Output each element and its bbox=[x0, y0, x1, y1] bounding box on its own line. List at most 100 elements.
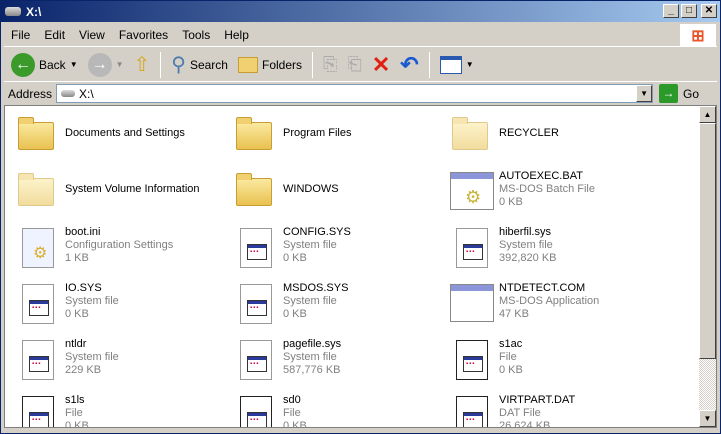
search-icon: ⚲ bbox=[171, 54, 186, 76]
file-item[interactable]: sd0 File 0 KB bbox=[234, 394, 449, 427]
file-details: sd0 File 0 KB bbox=[282, 394, 307, 427]
file-item[interactable]: Documents and Settings bbox=[16, 114, 231, 164]
file-item[interactable]: RECYCLER bbox=[450, 114, 665, 164]
file-details: CONFIG.SYS System file 0 KB bbox=[282, 226, 351, 265]
file-item[interactable]: s1ac File 0 KB bbox=[450, 338, 665, 388]
file-item[interactable]: s1ls File 0 KB bbox=[16, 394, 231, 427]
chevron-down-icon[interactable]: ▼ bbox=[70, 60, 78, 69]
file-item[interactable]: ntldr System file 229 KB bbox=[16, 338, 231, 388]
file-name: AUTOEXEC.BAT bbox=[499, 170, 583, 182]
separator bbox=[428, 51, 430, 78]
maximize-button[interactable]: □ bbox=[681, 4, 697, 18]
scroll-down-button[interactable]: ▼ bbox=[699, 410, 716, 427]
scroll-thumb[interactable] bbox=[699, 123, 716, 359]
file-type: Configuration Settings bbox=[65, 239, 174, 251]
file-item[interactable]: hiberfil.sys System file 392,820 KB bbox=[450, 226, 665, 276]
vertical-scrollbar[interactable]: ▲ ▼ bbox=[699, 106, 716, 427]
up-folder-button[interactable]: ⇧ bbox=[131, 52, 154, 77]
file-item[interactable]: ⚙ boot.ini Configuration Settings 1 KB bbox=[16, 226, 231, 276]
file-details: System Volume Information bbox=[64, 170, 200, 196]
file-type: System file bbox=[65, 295, 119, 307]
forward-button[interactable]: → ▼ bbox=[85, 52, 127, 77]
menu-bar: File Edit View Favorites Tools Help bbox=[4, 24, 717, 47]
system-file-icon bbox=[234, 226, 282, 270]
file-size: 47 KB bbox=[499, 308, 529, 320]
toolbar: ← Back ▼ → ▼ ⇧ ⚲ Search Folders ⎘ ⎗ ✕ ↶ … bbox=[4, 48, 717, 82]
file-name: pagefile.sys bbox=[283, 338, 342, 350]
close-button[interactable]: ✕ bbox=[701, 4, 717, 18]
search-label: Search bbox=[189, 57, 228, 72]
file-type: System file bbox=[283, 351, 337, 363]
move-to-button[interactable]: ⎘ bbox=[320, 54, 340, 75]
minimize-button[interactable]: _ bbox=[663, 4, 679, 18]
file-name: ntldr bbox=[65, 338, 87, 350]
go-button[interactable]: → Go bbox=[659, 84, 699, 103]
search-button[interactable]: ⚲ Search bbox=[168, 52, 231, 77]
system-file-icon bbox=[234, 338, 282, 382]
file-item[interactable]: System Volume Information bbox=[16, 170, 231, 220]
file-size: 587,776 KB bbox=[283, 364, 341, 376]
copy-to-icon: ⎗ bbox=[347, 54, 362, 74]
file-name: Documents and Settings bbox=[65, 127, 185, 139]
menu-view[interactable]: View bbox=[72, 28, 112, 42]
file-item[interactable]: NTDETECT.COM MS-DOS Application 47 KB bbox=[450, 282, 665, 332]
delete-button[interactable]: ✕ bbox=[369, 52, 393, 78]
file-item[interactable]: pagefile.sys System file 587,776 KB bbox=[234, 338, 449, 388]
file-name: MSDOS.SYS bbox=[283, 282, 349, 294]
file-item[interactable]: IO.SYS System file 0 KB bbox=[16, 282, 231, 332]
file-name: VIRTPART.DAT bbox=[499, 394, 576, 406]
file-name: System Volume Information bbox=[65, 183, 200, 195]
file-name: Program Files bbox=[283, 127, 352, 139]
folders-icon bbox=[237, 56, 258, 73]
file-details: hiberfil.sys System file 392,820 KB bbox=[498, 226, 557, 265]
undo-button[interactable]: ↶ bbox=[397, 52, 421, 78]
file-item[interactable]: Program Files bbox=[234, 114, 449, 164]
views-button[interactable]: ▼ bbox=[437, 55, 477, 74]
file-item[interactable]: ⚙ AUTOEXEC.BAT MS-DOS Batch File 0 KB bbox=[450, 170, 665, 220]
file-type: System file bbox=[283, 295, 337, 307]
file-size: 0 KB bbox=[283, 252, 307, 264]
file-name: IO.SYS bbox=[65, 282, 102, 294]
file-details: Documents and Settings bbox=[64, 114, 185, 140]
scroll-up-button[interactable]: ▲ bbox=[699, 106, 716, 123]
file-size: 229 KB bbox=[65, 364, 102, 376]
file-name: s1ac bbox=[499, 338, 523, 350]
title-bar: X:\ _ □ ✕ bbox=[1, 1, 720, 22]
config-file-icon: ⚙ bbox=[16, 226, 64, 270]
folders-button[interactable]: Folders bbox=[235, 56, 305, 73]
file-type: File bbox=[499, 351, 517, 363]
file-item[interactable]: MSDOS.SYS System file 0 KB bbox=[234, 282, 449, 332]
menu-tools[interactable]: Tools bbox=[175, 28, 217, 42]
delete-x-icon: ✕ bbox=[371, 51, 391, 77]
file-name: WINDOWS bbox=[283, 183, 339, 195]
file-name: s1ls bbox=[65, 394, 85, 406]
chevron-down-icon[interactable]: ▼ bbox=[116, 60, 124, 69]
menu-help[interactable]: Help bbox=[217, 28, 256, 42]
move-to-icon: ⎘ bbox=[323, 54, 338, 74]
copy-to-button[interactable]: ⎗ bbox=[344, 54, 364, 75]
file-item[interactable]: CONFIG.SYS System file 0 KB bbox=[234, 226, 449, 276]
address-input[interactable]: X:\ ▼ bbox=[56, 84, 654, 103]
folder-icon bbox=[16, 114, 64, 158]
system-file-icon bbox=[16, 394, 64, 427]
file-item[interactable]: VIRTPART.DAT DAT File 26,624 KB bbox=[450, 394, 665, 427]
back-label: Back bbox=[39, 57, 66, 72]
system-file-icon bbox=[16, 282, 64, 326]
back-button[interactable]: ← Back ▼ bbox=[8, 52, 81, 77]
menu-file[interactable]: File bbox=[4, 28, 37, 42]
menu-favorites[interactable]: Favorites bbox=[112, 28, 175, 42]
file-type: System file bbox=[499, 239, 553, 251]
file-type: File bbox=[283, 407, 301, 419]
file-details: boot.ini Configuration Settings 1 KB bbox=[64, 226, 173, 265]
folder-icon bbox=[234, 170, 282, 214]
file-type: MS-DOS Application bbox=[499, 295, 600, 307]
address-dropdown-button[interactable]: ▼ bbox=[636, 85, 653, 102]
file-details: NTDETECT.COM MS-DOS Application 47 KB bbox=[498, 282, 599, 321]
menu-edit[interactable]: Edit bbox=[37, 28, 72, 42]
file-details: WINDOWS bbox=[282, 170, 339, 196]
system-file-icon bbox=[450, 394, 498, 427]
file-item[interactable]: WINDOWS bbox=[234, 170, 449, 220]
window-title: X:\ bbox=[26, 4, 42, 19]
address-label: Address bbox=[8, 86, 53, 101]
folder-icon bbox=[16, 170, 64, 214]
